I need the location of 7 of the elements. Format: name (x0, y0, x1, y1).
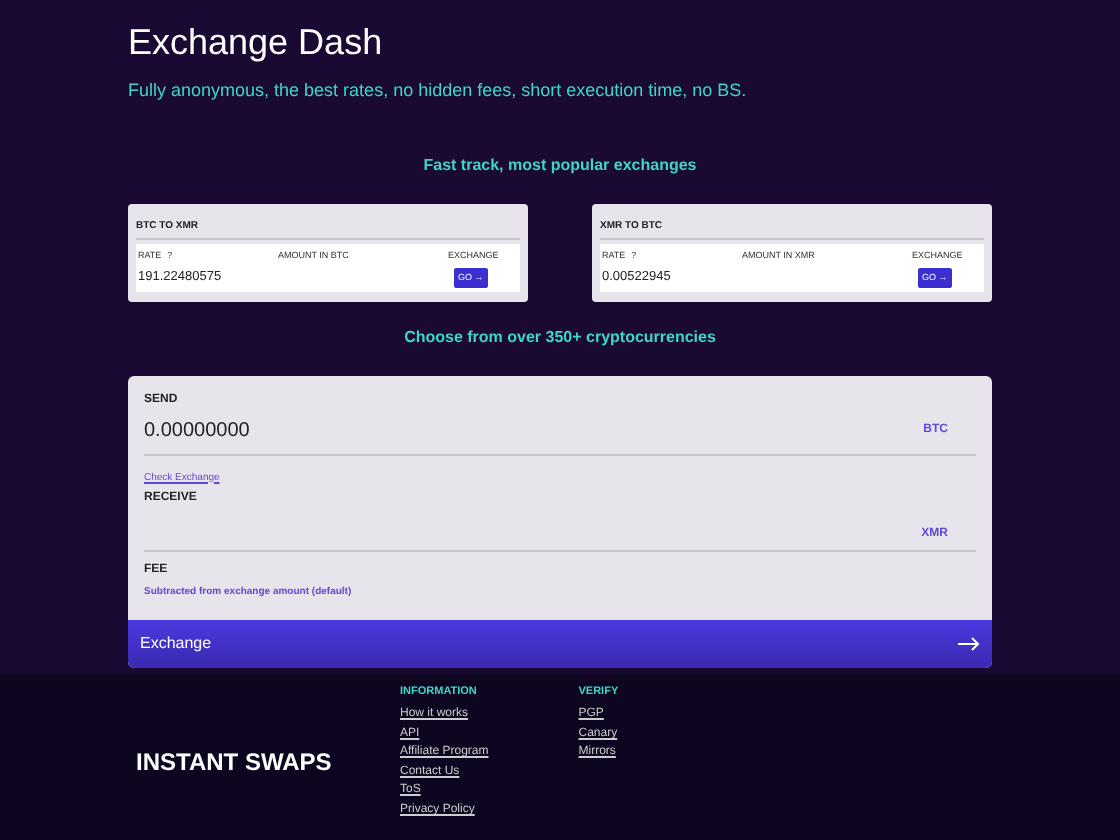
brand-logo: INSTANT SWAPS (136, 746, 334, 780)
tagline: Fully anonymous, the best rates, no hidden fees, short execution time, no BS. (128, 78, 749, 104)
arrow-right-icon (958, 636, 980, 652)
page-title: Exchange Dash (128, 20, 385, 66)
section-heading: Choose from over 350+ cryptocurrencies (404, 325, 716, 349)
exchange-button[interactable]: Exchange (128, 620, 992, 668)
section-heading: Fast track, most popular exchanges (423, 153, 697, 177)
